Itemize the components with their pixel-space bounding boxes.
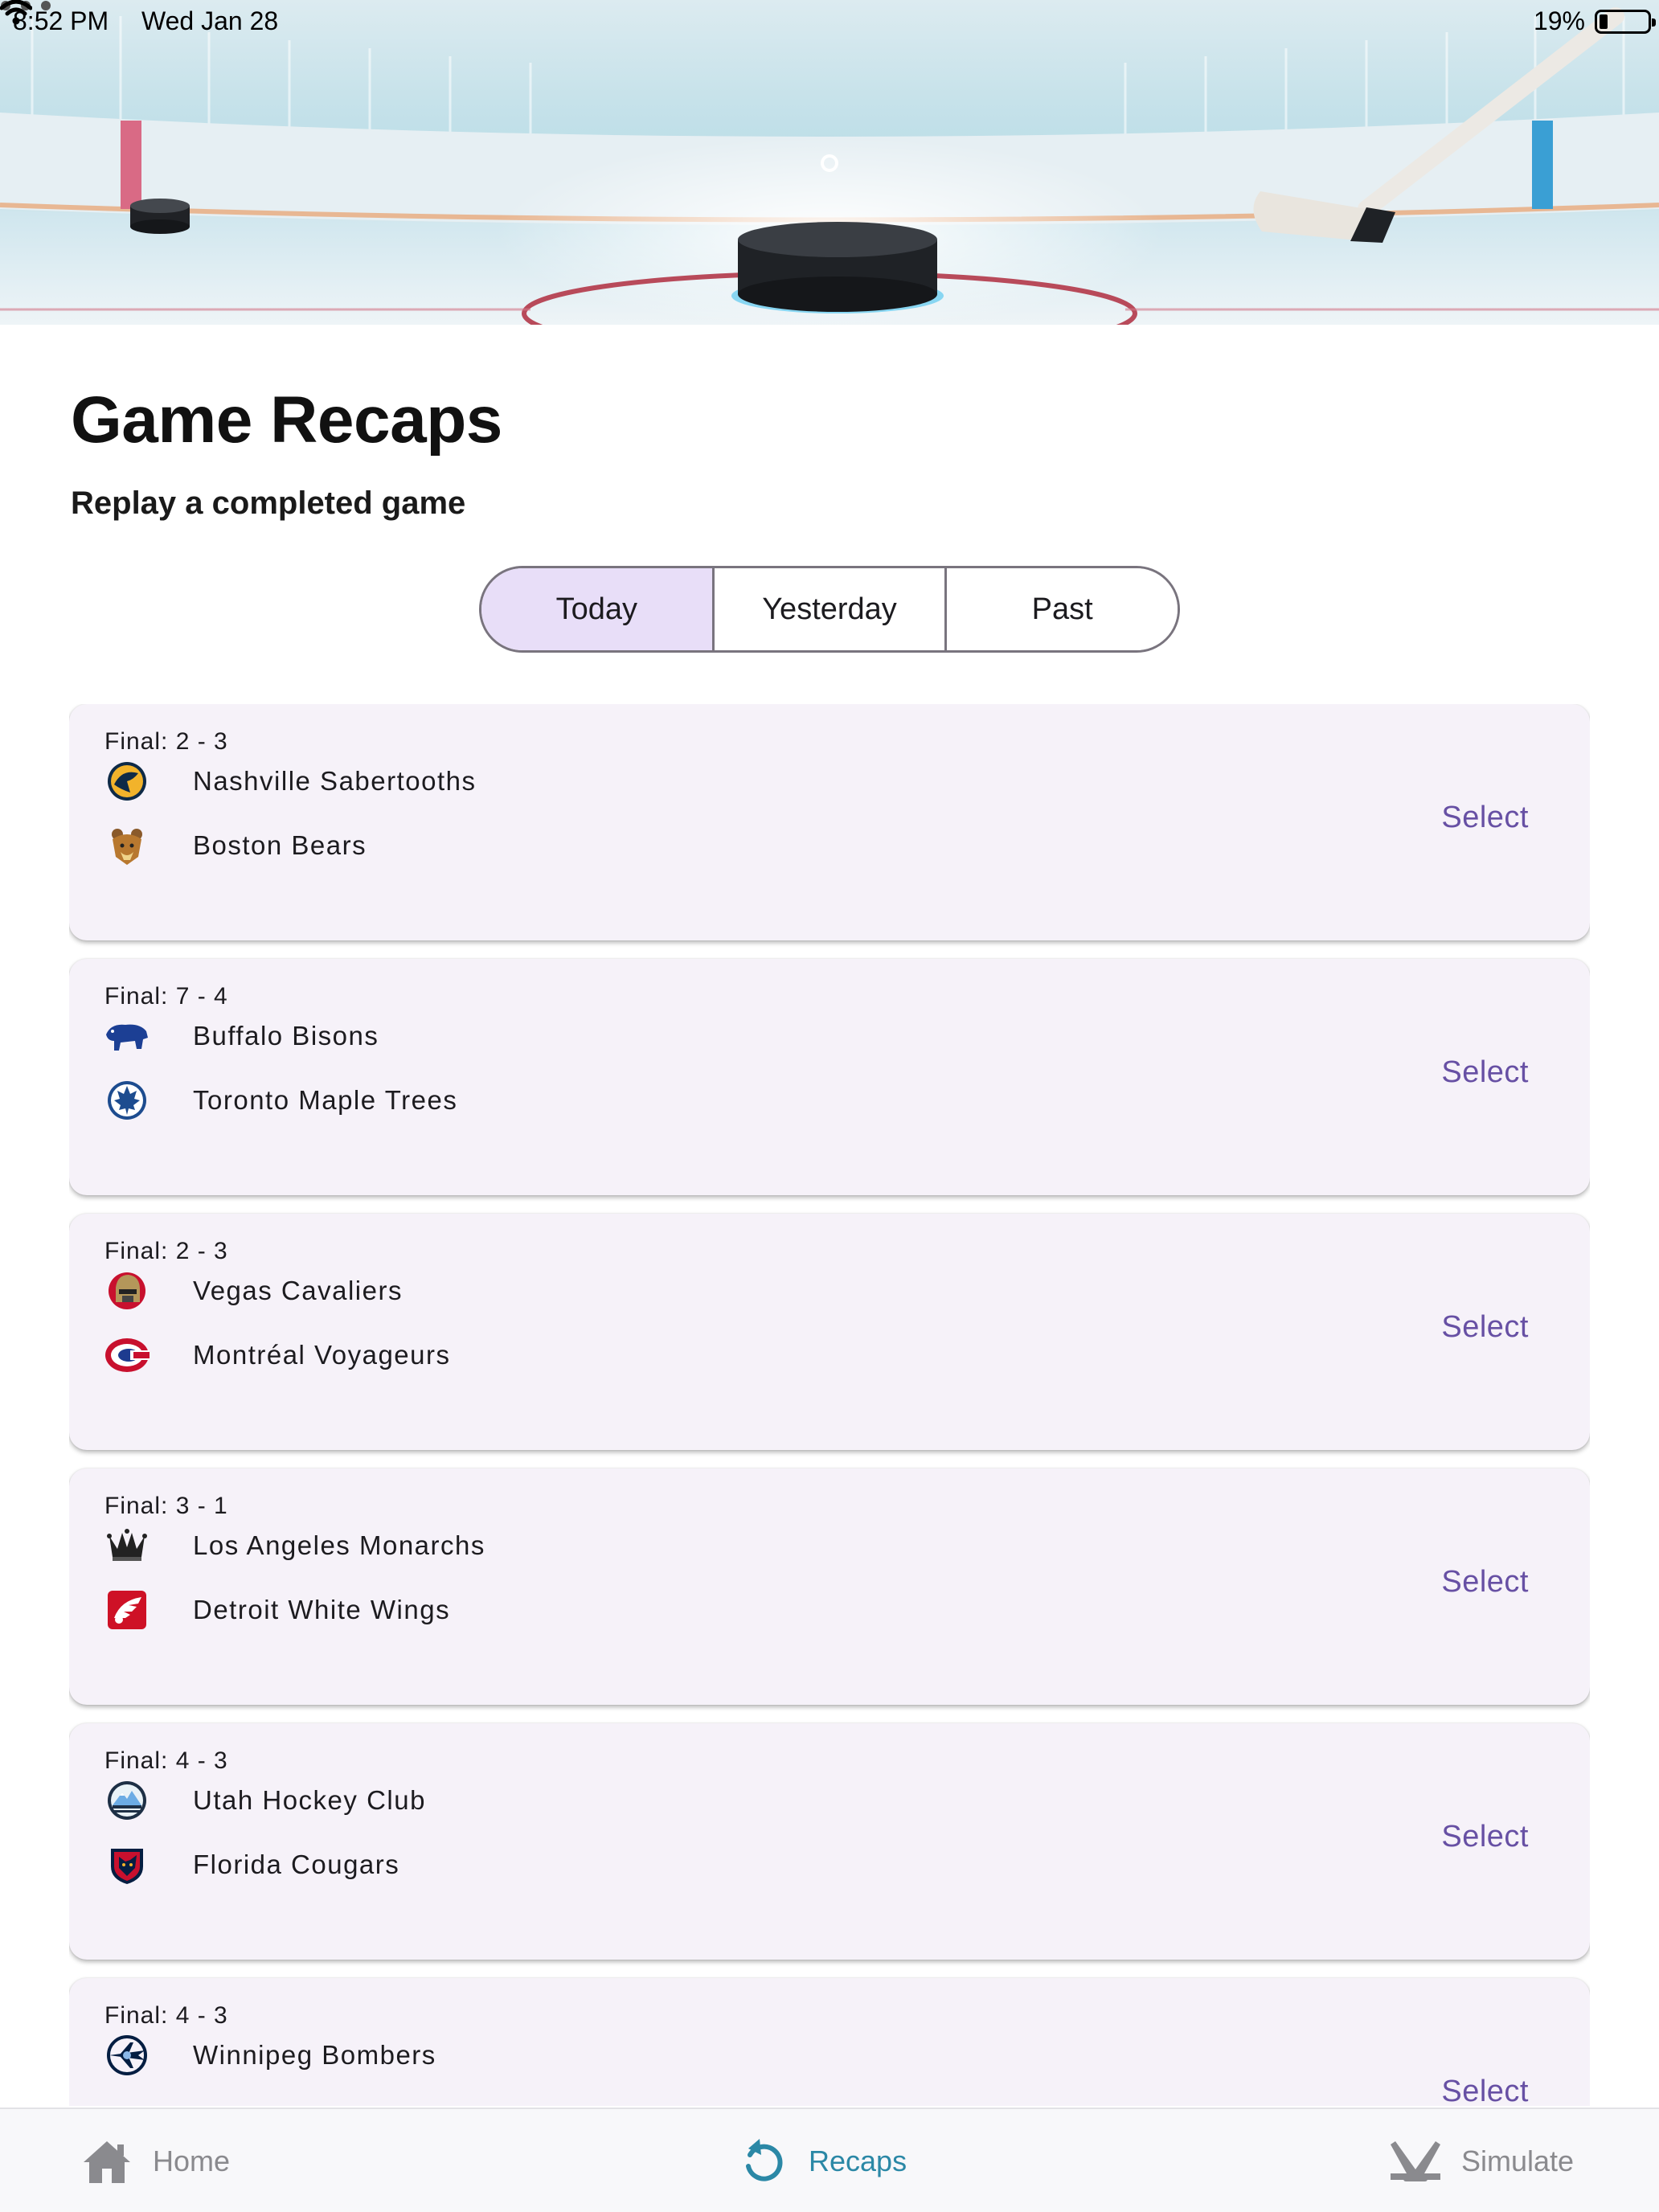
tab-yesterday[interactable]: Yesterday <box>714 568 948 650</box>
final-score: Final: 4 - 3 <box>104 2002 228 2029</box>
date-filter-segmented-control: Today Yesterday Past <box>479 566 1180 653</box>
team-row: Vegas Cavaliers <box>104 1268 403 1313</box>
final-score: Final: 4 - 3 <box>104 1747 228 1774</box>
bottom-navigation-bar: Home Recaps Simulate <box>0 2108 1659 2212</box>
select-button[interactable]: Select <box>1441 801 1529 835</box>
mountain-logo-icon <box>104 1778 150 1823</box>
wifi-icon <box>0 0 32 25</box>
final-score: Final: 2 - 3 <box>104 1238 228 1264</box>
nav-home-label: Home <box>153 2144 231 2177</box>
team-row: Detroit White Wings <box>104 1587 450 1632</box>
final-score: Final: 3 - 1 <box>104 1493 228 1519</box>
cougar-logo-icon <box>104 1842 150 1887</box>
hockey-rink-illustration <box>0 7 1659 325</box>
jet-logo-icon <box>104 2033 150 2078</box>
team-name: Winnipeg Bombers <box>193 2040 436 2070</box>
team-row: Nashville Sabertooths <box>104 759 477 804</box>
replay-icon <box>736 2135 789 2188</box>
tab-past[interactable]: Past <box>947 568 1178 650</box>
team-name: Los Angeles Monarchs <box>193 1530 485 1560</box>
home-icon <box>80 2135 133 2188</box>
nav-recaps-label: Recaps <box>809 2144 907 2177</box>
game-card[interactable]: Final: 4 - 3 Utah Hockey Club Florida Co… <box>69 1723 1590 1960</box>
sabertooth-logo-icon <box>104 759 150 804</box>
bison-logo-icon <box>104 1014 150 1059</box>
game-recap-list[interactable]: Final: 2 - 3 Nashville Sabertooths Bosto… <box>69 704 1590 2106</box>
select-button[interactable]: Select <box>1441 1820 1529 1854</box>
header-hero-image: 8:52 PM Wed Jan 28 19% <box>0 0 1659 325</box>
game-card[interactable]: Final: 7 - 4 Buffalo Bisons Toronto Mapl… <box>69 959 1590 1195</box>
select-button[interactable]: Select <box>1441 1565 1529 1600</box>
team-name: Vegas Cavaliers <box>193 1276 403 1305</box>
battery-icon <box>1595 10 1656 34</box>
team-name: Detroit White Wings <box>193 1595 451 1624</box>
team-row: Winnipeg Bombers <box>104 2033 436 2078</box>
team-row: Los Angeles Monarchs <box>104 1523 485 1568</box>
team-name: Montréal Voyageurs <box>193 1340 451 1370</box>
battery-percent: 19% <box>1533 6 1585 35</box>
game-card[interactable]: Final: 2 - 3 Nashville Sabertooths Bosto… <box>69 704 1590 940</box>
team-row: Florida Cougars <box>104 1842 399 1887</box>
select-button[interactable]: Select <box>1441 1055 1529 1090</box>
nav-simulate[interactable]: Simulate <box>1389 2109 1574 2212</box>
select-button[interactable]: Select <box>1441 1310 1529 1345</box>
team-row: Utah Hockey Club <box>104 1778 426 1823</box>
team-row: Toronto Maple Trees <box>104 1078 457 1123</box>
team-name: Toronto Maple Trees <box>193 1085 458 1115</box>
game-card[interactable]: Final: 2 - 3 Vegas Cavaliers Montréal Vo… <box>69 1214 1590 1450</box>
status-date: Wed Jan 28 <box>141 6 279 35</box>
team-name: Nashville Sabertooths <box>193 766 477 796</box>
game-card[interactable]: Final: 4 - 3 Winnipeg Bombers Select <box>69 1978 1590 2106</box>
montreal-logo-icon <box>104 1333 150 1378</box>
final-score: Final: 7 - 4 <box>104 983 228 1010</box>
wing-logo-icon <box>104 1587 150 1632</box>
nav-home[interactable]: Home <box>80 2109 230 2212</box>
team-name: Utah Hockey Club <box>193 1785 426 1815</box>
team-name: Boston Bears <box>193 830 367 860</box>
select-button[interactable]: Select <box>1441 2075 1529 2106</box>
maple-leaf-logo-icon <box>104 1078 150 1123</box>
team-name: Buffalo Bisons <box>193 1021 379 1051</box>
nav-simulate-label: Simulate <box>1461 2144 1575 2177</box>
tab-today[interactable]: Today <box>481 568 715 650</box>
crown-logo-icon <box>104 1523 150 1568</box>
bear-logo-icon <box>104 823 150 868</box>
team-name: Florida Cougars <box>193 1849 400 1879</box>
final-score: Final: 2 - 3 <box>104 728 228 755</box>
team-row: Montréal Voyageurs <box>104 1333 451 1378</box>
knight-helmet-logo-icon <box>104 1268 150 1313</box>
page-subtitle: Replay a completed game <box>71 485 466 521</box>
team-row: Boston Bears <box>104 823 367 868</box>
game-card[interactable]: Final: 3 - 1 Los Angeles Monarchs Detroi… <box>69 1469 1590 1705</box>
team-row: Buffalo Bisons <box>104 1014 379 1059</box>
page-title: Game Recaps <box>71 383 502 457</box>
hockey-sticks-icon <box>1389 2135 1442 2188</box>
nav-recaps[interactable]: Recaps <box>736 2109 907 2212</box>
